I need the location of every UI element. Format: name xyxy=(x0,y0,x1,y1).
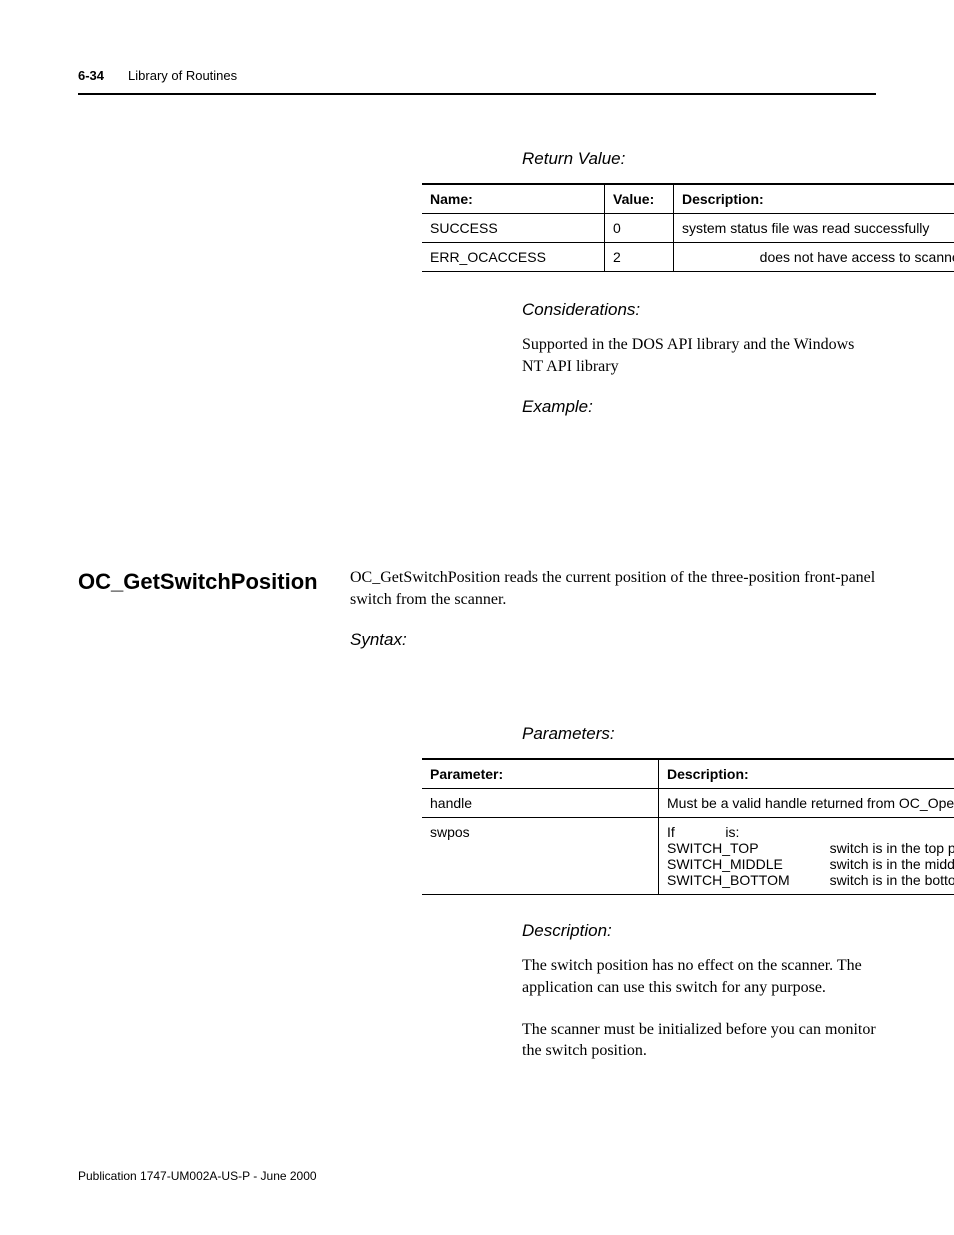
rv-value: 0 xyxy=(605,214,674,243)
example-heading: Example: xyxy=(522,397,876,417)
rv-desc: does not have access to scanner xyxy=(674,243,954,272)
rv-col-desc: Description: xyxy=(674,184,954,214)
if-label: If xyxy=(667,824,675,840)
rv-desc-text: does not have access to scanner xyxy=(760,249,954,265)
return-value-heading: Return Value: xyxy=(522,149,876,169)
function-section: OC_GetSwitchPosition OC_GetSwitchPositio… xyxy=(78,567,876,664)
function-name: OC_GetSwitchPosition xyxy=(78,567,350,595)
param-desc-complex: If is: SWITCH_TOP SWITCH_MIDDLE SWITCH_B… xyxy=(659,818,954,895)
considerations-text: Supported in the DOS API library and the… xyxy=(522,334,876,377)
page-number: 6-34 xyxy=(78,68,104,83)
rv-desc: system status file was read successfully xyxy=(674,214,954,243)
param-col-desc: Description: xyxy=(659,759,954,789)
rv-col-name: Name: xyxy=(422,184,605,214)
switch-opt-desc: switch is in the middle position xyxy=(830,856,954,872)
param-desc: Must be a valid handle returned from OC_… xyxy=(659,789,954,818)
switch-names-col: If is: SWITCH_TOP SWITCH_MIDDLE SWITCH_B… xyxy=(667,824,790,888)
description-para-1: The switch position has no effect on the… xyxy=(522,955,876,998)
switch-opt-name: SWITCH_MIDDLE xyxy=(667,856,783,872)
return-value-table: Name: Value: Description: SUCCESS 0 syst… xyxy=(422,183,954,272)
param-name: swpos xyxy=(422,818,659,895)
page-header: 6-34 Library of Routines xyxy=(78,68,876,95)
description-para-2: The scanner must be initialized before y… xyxy=(522,1019,876,1062)
section-name: Library of Routines xyxy=(128,68,237,83)
switch-opt-desc: switch is in the top position xyxy=(830,840,954,856)
table-row: SUCCESS 0 system status file was read su… xyxy=(422,214,954,243)
rv-col-value: Value: xyxy=(605,184,674,214)
table-row: handle Must be a valid handle returned f… xyxy=(422,789,954,818)
publication-footer: Publication 1747-UM002A-US-P - June 2000 xyxy=(78,1169,317,1183)
description-heading: Description: xyxy=(522,921,876,941)
param-col-param: Parameter: xyxy=(422,759,659,789)
switch-opt-name: SWITCH_TOP xyxy=(667,840,759,856)
table-row: swpos If is: SWITCH_TOP SWITCH_MIDDLE SW… xyxy=(422,818,954,895)
rv-name: SUCCESS xyxy=(422,214,605,243)
switch-desc-col: switch is in the top position switch is … xyxy=(830,824,954,888)
content-block: Return Value: Name: Value: Description: … xyxy=(78,149,876,417)
page: 6-34 Library of Routines Return Value: N… xyxy=(0,0,954,1235)
parameters-heading: Parameters: xyxy=(522,724,876,744)
considerations-heading: Considerations: xyxy=(522,300,876,320)
syntax-heading: Syntax: xyxy=(350,630,876,650)
rv-name: ERR_OCACCESS xyxy=(422,243,605,272)
rv-value: 2 xyxy=(605,243,674,272)
switch-opt-desc: switch is in the bottom position xyxy=(830,872,954,888)
table-row: ERR_OCACCESS 2 does not have access to s… xyxy=(422,243,954,272)
parameters-table: Parameter: Description: handle Must be a… xyxy=(422,758,954,895)
switch-opt-name: SWITCH_BOTTOM xyxy=(667,872,790,888)
function-intro: OC_GetSwitchPosition reads the current p… xyxy=(350,567,876,610)
is-label: is: xyxy=(725,824,739,840)
content-block-2: Parameters: Parameter: Description: hand… xyxy=(78,724,876,1061)
param-name: handle xyxy=(422,789,659,818)
